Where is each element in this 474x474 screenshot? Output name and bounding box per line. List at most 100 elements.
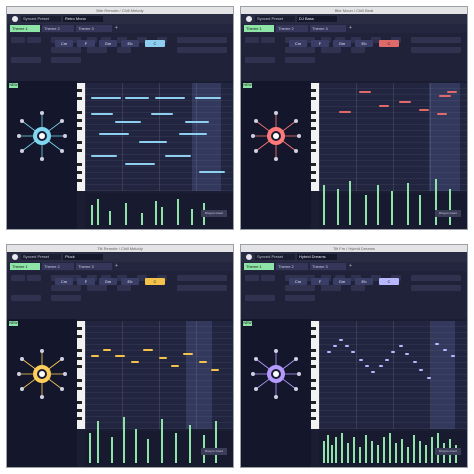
tab-theme-1[interactable]: Theme 1 (10, 263, 40, 270)
note[interactable] (327, 351, 331, 353)
chord-wheel-icon[interactable] (251, 349, 301, 399)
note[interactable] (351, 351, 355, 353)
note[interactable] (91, 355, 99, 357)
note[interactable] (179, 133, 207, 135)
note[interactable] (99, 133, 129, 135)
note[interactable] (199, 171, 225, 173)
control[interactable] (261, 275, 275, 281)
chord-button[interactable]: F (311, 278, 329, 285)
tab-theme-3[interactable]: Theme 3 (76, 25, 112, 32)
chord-button[interactable]: Eb (121, 278, 139, 285)
note[interactable] (399, 345, 403, 347)
add-tab-icon[interactable]: + (115, 26, 120, 31)
tab-theme-3[interactable]: Theme 3 (76, 263, 112, 270)
note[interactable] (447, 91, 457, 93)
play-icon[interactable] (246, 16, 252, 22)
piano-roll-grid[interactable] (319, 83, 467, 191)
note[interactable] (365, 365, 369, 367)
play-icon[interactable] (246, 254, 252, 260)
piano-roll-grid[interactable] (319, 321, 467, 429)
control[interactable] (51, 47, 81, 53)
chord-button-selected[interactable]: C (145, 40, 165, 47)
note[interactable] (183, 353, 193, 355)
control[interactable] (11, 295, 41, 301)
chord-button[interactable]: F (311, 40, 329, 47)
note[interactable] (91, 97, 121, 99)
control[interactable] (351, 285, 365, 291)
note[interactable] (199, 361, 207, 363)
control[interactable] (285, 285, 315, 291)
note[interactable] (165, 155, 191, 157)
control[interactable] (245, 295, 275, 301)
chord-button-selected[interactable]: C (145, 278, 165, 285)
chord-button-selected[interactable]: C (379, 40, 399, 47)
control[interactable] (11, 57, 41, 63)
chord-button[interactable]: Cm (289, 40, 307, 47)
note[interactable] (379, 365, 383, 367)
note[interactable] (435, 343, 439, 345)
note[interactable] (427, 377, 431, 379)
note[interactable] (115, 121, 141, 123)
note[interactable] (419, 369, 423, 371)
chord-button[interactable]: Gm (333, 40, 351, 47)
note[interactable] (171, 365, 179, 367)
loop-region[interactable] (428, 83, 460, 191)
add-tab-icon[interactable]: + (115, 264, 120, 269)
control[interactable] (411, 47, 461, 53)
note[interactable] (391, 351, 395, 353)
note[interactable] (451, 355, 455, 357)
chord-button-selected[interactable]: C (379, 278, 399, 285)
note[interactable] (139, 141, 167, 143)
note[interactable] (155, 97, 185, 99)
note[interactable] (131, 361, 139, 363)
note[interactable] (339, 111, 351, 113)
note[interactable] (405, 353, 409, 355)
note[interactable] (211, 369, 219, 371)
help-box[interactable]: Drag to insert (435, 210, 461, 217)
control[interactable] (87, 47, 107, 53)
note[interactable] (103, 349, 111, 351)
note[interactable] (419, 109, 429, 111)
note[interactable] (359, 359, 363, 361)
note[interactable] (437, 113, 447, 115)
control[interactable] (177, 37, 227, 43)
control[interactable] (321, 285, 341, 291)
note[interactable] (151, 113, 173, 115)
chord-button[interactable]: Gm (99, 278, 117, 285)
chord-button[interactable]: Eb (355, 40, 373, 47)
control[interactable] (321, 47, 341, 53)
control[interactable] (51, 295, 81, 301)
help-box[interactable]: Drag to insert (201, 210, 227, 217)
piano-keys[interactable] (77, 321, 85, 429)
control[interactable] (245, 275, 259, 281)
control[interactable] (117, 47, 131, 53)
add-tab-icon[interactable]: + (349, 264, 354, 269)
control[interactable] (27, 275, 41, 281)
chord-button[interactable]: Gm (99, 40, 117, 47)
preset-name-field[interactable]: Pluck (63, 254, 103, 260)
tab-theme-1[interactable]: Theme 1 (244, 25, 274, 32)
note[interactable] (91, 155, 117, 157)
control[interactable] (351, 47, 365, 53)
add-tab-icon[interactable]: + (349, 26, 354, 31)
loop-region[interactable] (191, 83, 222, 191)
chord-wheel-icon[interactable] (17, 111, 67, 161)
chord-wheel-icon[interactable] (17, 349, 67, 399)
help-box[interactable]: Drag to insert (435, 448, 461, 455)
play-icon[interactable] (12, 16, 18, 22)
note[interactable] (379, 105, 389, 107)
note[interactable] (371, 371, 375, 373)
control[interactable] (411, 275, 461, 281)
note[interactable] (439, 95, 451, 97)
note[interactable] (443, 349, 447, 351)
preset-selector[interactable]: Synced Preset (255, 254, 295, 260)
chord-button[interactable]: Eb (355, 278, 373, 285)
note[interactable] (195, 97, 221, 99)
preset-selector[interactable]: Synced Preset (21, 16, 61, 22)
note[interactable] (345, 345, 349, 347)
note[interactable] (143, 349, 153, 351)
control[interactable] (87, 285, 107, 291)
tab-theme-2[interactable]: Theme 2 (276, 25, 308, 32)
note[interactable] (185, 121, 209, 123)
note[interactable] (333, 345, 337, 347)
